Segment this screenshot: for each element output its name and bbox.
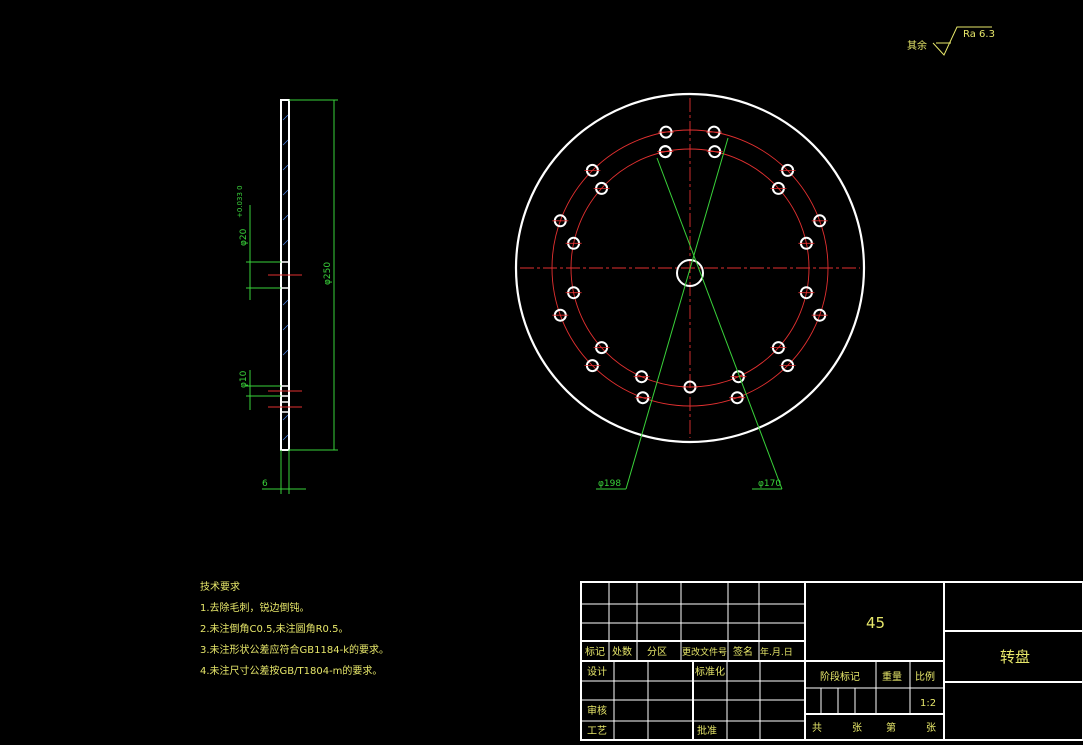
label-process: 工艺 [587, 725, 607, 737]
label-sheets: 张 [852, 722, 862, 734]
drawing-canvas: 其余 Ra 6.3 φ20 +0.033 0 φ250 φ10 6 φ198 φ… [200, 26, 1083, 741]
material: 45 [866, 614, 885, 632]
note-item: 2.未注倒角C0.5,未注圆角R0.5。 [200, 622, 348, 635]
notes-title: 技术要求 [200, 580, 240, 593]
label-design: 设计 [587, 665, 607, 678]
technical-notes: 技术要求 1.去除毛刺，锐边倒钝。 2.未注倒角C0.5,未注圆角R0.5。 3… [200, 580, 389, 677]
note-item: 4.未注尺寸公差按GB/T1804-m的要求。 [200, 664, 382, 677]
dim-overall-dia: φ250 [323, 262, 333, 285]
rev-header: 签名 [733, 645, 753, 658]
label-scale: 比例 [915, 670, 935, 683]
rev-header: 处数 [612, 645, 632, 658]
label-page: 第 [886, 721, 896, 734]
dim-hole-tol: +0.033 0 [236, 185, 244, 218]
front-view: φ198 φ170 [514, 92, 866, 490]
label-review: 审核 [587, 704, 607, 717]
label-weight: 重量 [882, 670, 902, 683]
label-total: 共 [812, 722, 822, 734]
label-standardize: 标准化 [695, 665, 725, 678]
roughness-prefix: 其余 [907, 39, 927, 52]
rev-header: 分区 [647, 646, 667, 658]
label-stage-mark: 阶段标记 [820, 670, 860, 683]
side-dimensions [246, 99, 338, 494]
label-approve: 批准 [697, 724, 717, 737]
pcd-leaders [596, 137, 783, 490]
dim-hole-dia: φ20 [239, 228, 249, 246]
side-view: φ20 +0.033 0 φ250 φ10 6 [236, 99, 338, 494]
rev-header: 标记 [585, 646, 605, 658]
rev-header: 更改文件号 [682, 646, 727, 658]
title-block: 标记 处数 分区 更改文件号 签名 年.月.日 设计 标准化 审核 工艺 批准 … [580, 581, 1083, 741]
label-sheet2: 张 [926, 722, 936, 734]
roughness-symbol: 其余 Ra 6.3 [907, 26, 995, 56]
rev-header: 年.月.日 [760, 646, 793, 658]
scale-value: 1:2 [920, 698, 936, 709]
callout-pcd-inner: φ170 [758, 479, 781, 489]
note-item: 3.未注形状公差应符合GB1184-k的要求。 [200, 643, 389, 656]
dim-small-hole: φ10 [239, 370, 249, 388]
part-name: 转盘 [1000, 648, 1030, 666]
dim-thickness: 6 [262, 479, 268, 489]
note-item: 1.去除毛刺，锐边倒钝。 [200, 601, 310, 614]
callout-pcd-outer: φ198 [598, 479, 621, 489]
roughness-value: Ra 6.3 [963, 29, 995, 40]
